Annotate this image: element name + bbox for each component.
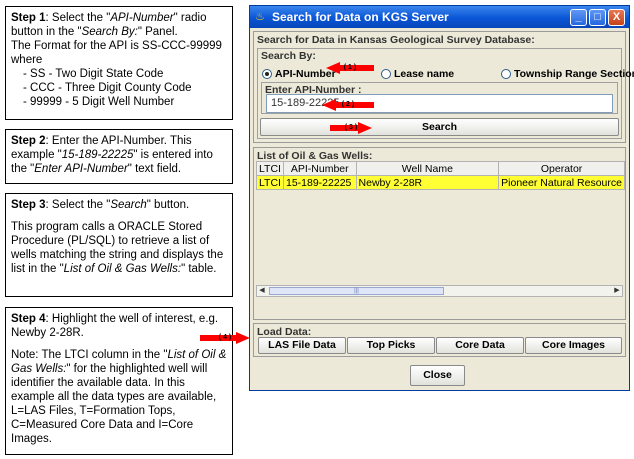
radio-api-number[interactable]: API-Number	[262, 68, 336, 80]
scroll-right-icon[interactable]: ▶	[612, 286, 622, 296]
top-picks-button[interactable]: Top Picks	[347, 337, 435, 354]
column-header-well-name[interactable]: Well Name	[355, 161, 500, 176]
api-number-input[interactable]: 15-189-22225	[266, 94, 613, 113]
column-header-api[interactable]: API-Number	[282, 161, 357, 176]
search-window: ♨ Search for Data on KGS Server _ □ X Se…	[249, 5, 634, 391]
java-cup-icon: ♨	[255, 11, 265, 23]
search-panel: Search for Data in Kansas Geological Sur…	[253, 31, 634, 143]
scroll-thumb[interactable]: |||	[269, 287, 444, 295]
well-table: LTCI API-Number Well Name Operator LTCI …	[256, 161, 625, 190]
step-1-note: Step 1: Select the "API-Number" radio bu…	[5, 6, 233, 120]
column-header-ltci[interactable]: LTCI	[256, 161, 284, 176]
core-images-button[interactable]: Core Images	[525, 337, 622, 354]
callout-arrow-1: ( 1 )	[326, 62, 374, 74]
radio-lease-name[interactable]: Lease name	[381, 68, 454, 80]
radio-selected-icon	[262, 69, 272, 79]
load-data-panel: Load Data: LAS File Data Top Picks Core …	[253, 323, 626, 357]
horizontal-scrollbar[interactable]: ◀ ||| ▶	[256, 285, 623, 297]
las-file-data-button[interactable]: LAS File Data	[258, 337, 346, 354]
search-by-label: Search By:	[261, 50, 316, 62]
cell-ltci[interactable]: LTCI	[256, 175, 284, 190]
callout-arrow-3: ( 3 )	[330, 122, 372, 134]
core-data-button[interactable]: Core Data	[436, 337, 524, 354]
callout-arrow-2: ( 2 )	[322, 99, 374, 111]
cell-operator[interactable]: Pioneer Natural Resource	[498, 175, 625, 190]
column-header-operator[interactable]: Operator	[498, 161, 625, 176]
close-window-button[interactable]: X	[608, 8, 625, 26]
minimize-button[interactable]: _	[570, 8, 587, 26]
close-button[interactable]: Close	[410, 365, 465, 386]
radio-unselected-icon	[501, 69, 511, 79]
title-bar[interactable]: ♨ Search for Data on KGS Server _ □ X	[250, 6, 629, 28]
step-2-note: Step 2: Enter the API-Number. This examp…	[5, 129, 233, 184]
scroll-left-icon[interactable]: ◀	[257, 286, 267, 296]
maximize-button[interactable]: □	[589, 8, 606, 26]
table-row[interactable]: LTCI 15-189-22225 Newby 2-28R Pioneer Na…	[256, 175, 625, 190]
search-panel-label: Search for Data in Kansas Geological Sur…	[257, 34, 535, 46]
search-button[interactable]: Search	[260, 118, 619, 136]
radio-township-range-section[interactable]: Township Range Section	[501, 68, 634, 80]
callout-arrow-4: ( 4 )	[200, 332, 250, 344]
step-3-note: Step 3: Select the "Search" button. This…	[5, 193, 233, 297]
cell-api[interactable]: 15-189-22225	[282, 175, 357, 190]
cell-well-name[interactable]: Newby 2-28R	[355, 175, 500, 190]
format-item: SS - Two Digit State Code	[23, 67, 227, 81]
format-item: CCC - Three Digit County Code	[23, 81, 227, 95]
step-4-note: Step 4: Highlight the well of interest, …	[5, 307, 233, 455]
api-number-panel: Enter API-Number : 15-189-22225	[261, 82, 618, 114]
radio-unselected-icon	[381, 69, 391, 79]
well-list-panel: List of Oil & Gas Wells: LTCI API-Number…	[253, 147, 626, 320]
window-title: Search for Data on KGS Server	[272, 10, 449, 24]
format-item: 99999 - 5 Digit Well Number	[23, 95, 227, 109]
search-by-panel: Search By: API-Number Lease name Townshi…	[257, 48, 634, 139]
